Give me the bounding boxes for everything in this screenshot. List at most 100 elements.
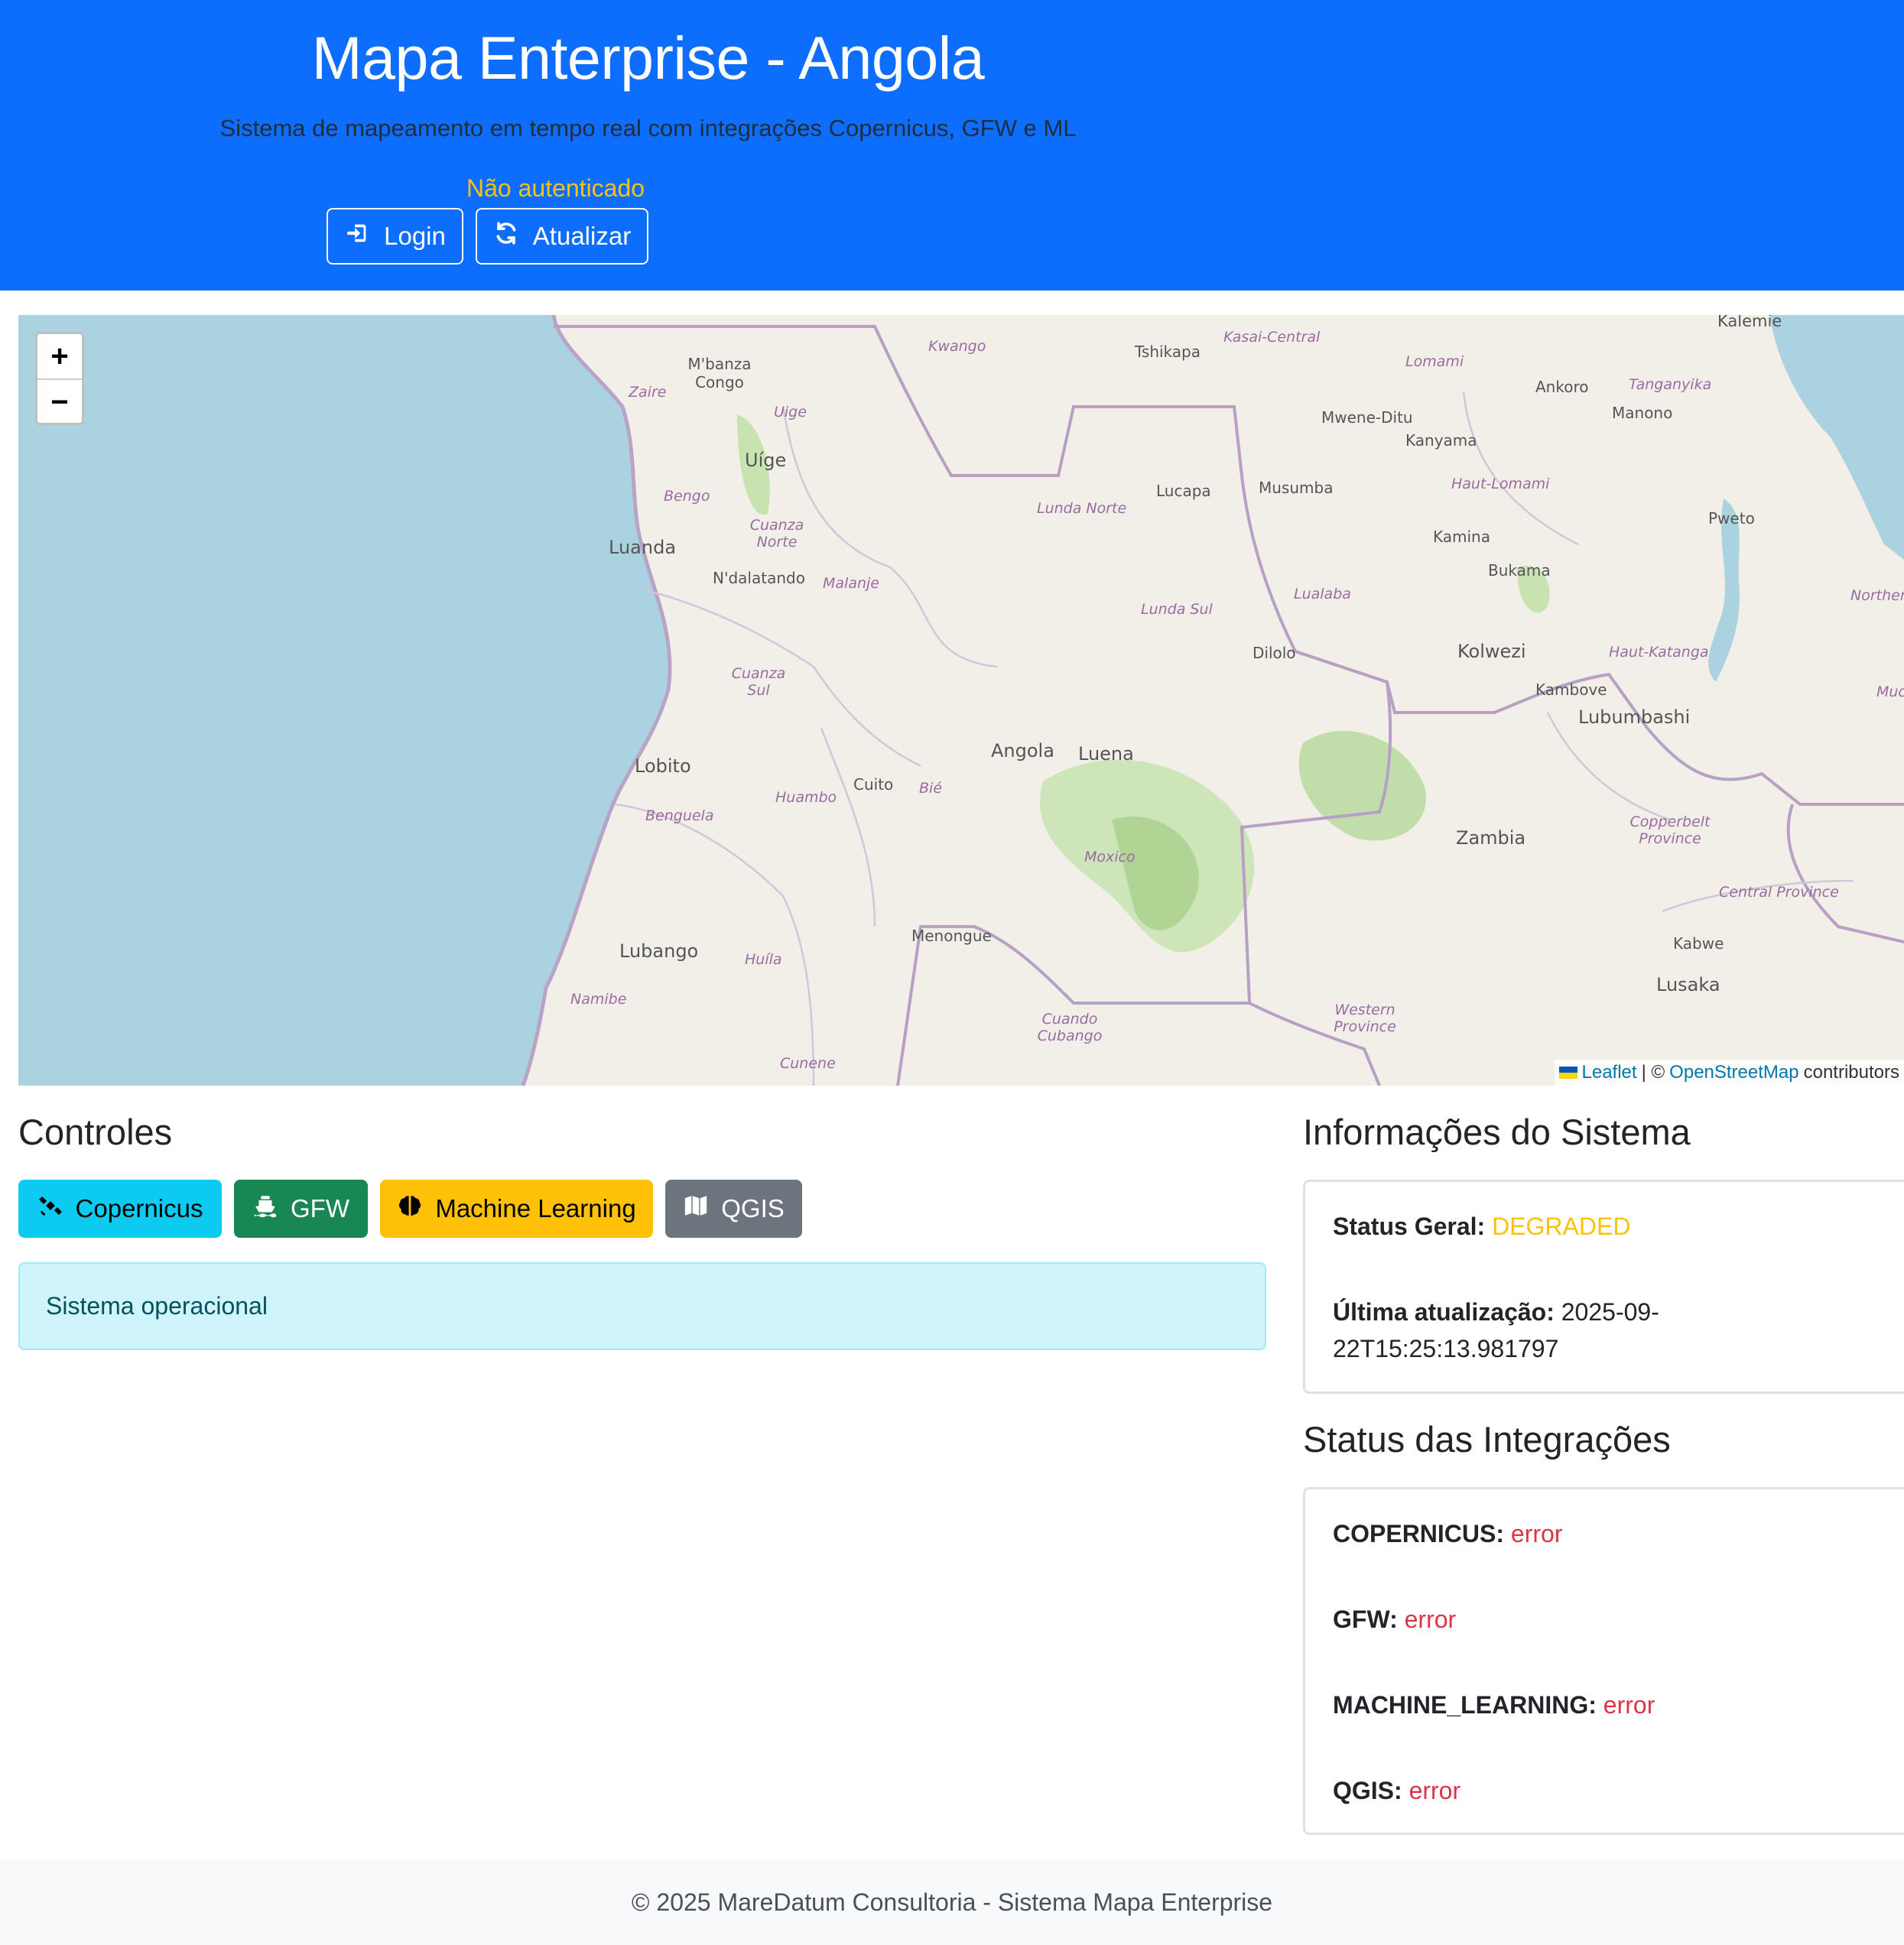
brain-icon [397, 1193, 423, 1225]
integration-status: error [1510, 1520, 1563, 1547]
qgis-button[interactable]: QGIS [665, 1180, 802, 1238]
controls-heading: Controles [18, 1112, 173, 1152]
updated-value-cont: 22T15:25:13.981797 [1333, 1335, 1559, 1362]
map-place-label: Zambia [1456, 827, 1526, 849]
header: Mapa Enterprise - Angola Sistema de mape… [0, 0, 1904, 291]
integration-status: error [1409, 1777, 1461, 1804]
map-place-label: Cunene [780, 1055, 836, 1072]
login-button[interactable]: Login [327, 208, 463, 265]
leaflet-link[interactable]: Leaflet [1582, 1062, 1637, 1083]
integrations-heading: Status das Integrações [1303, 1419, 1671, 1460]
status-line: Status Geral: DEGRADED [1333, 1208, 1630, 1245]
attribution-separator: | © [1641, 1062, 1665, 1083]
map-place-label: Manono [1612, 404, 1673, 422]
map-place-label: N'dalatando [713, 569, 805, 587]
machine-learning-button[interactable]: Machine Learning [380, 1180, 653, 1238]
map-place-label: Malanje [823, 575, 879, 592]
map-icon [683, 1193, 709, 1225]
map-attribution: Leaflet | © OpenStreetMap contributors [1554, 1060, 1904, 1086]
copernicus-button[interactable]: Copernicus [18, 1180, 222, 1238]
map-place-label: Kwango [928, 338, 986, 355]
map-place-label: Moxico [1084, 849, 1136, 865]
integration-row: MACHINE_LEARNING: error [1333, 1687, 1655, 1723]
status-label: Status Geral: [1333, 1213, 1486, 1240]
machine-learning-label: Machine Learning [435, 1194, 636, 1223]
integration-name: GFW: [1333, 1606, 1398, 1633]
osm-link[interactable]: OpenStreetMap [1669, 1062, 1798, 1083]
map-place-label: Lusaka [1656, 974, 1720, 995]
map-place-label: Western Province [1334, 1002, 1396, 1035]
map[interactable]: Kalemie Kasai-Central Tshikapa Kwango M'… [18, 315, 1904, 1086]
refresh-button[interactable]: Atualizar [476, 208, 648, 265]
alert-text: Sistema operacional [46, 1292, 268, 1320]
integration-row: GFW: error [1333, 1601, 1456, 1638]
map-place-label: Uige [774, 404, 807, 420]
map-place-label: Lomami [1405, 353, 1464, 370]
status-value: DEGRADED [1492, 1213, 1631, 1240]
map-place-label: Luanda [609, 537, 677, 558]
gfw-button[interactable]: GFW [234, 1180, 368, 1238]
map-place-label: M'banza Congo [687, 355, 752, 391]
gfw-label: GFW [291, 1194, 349, 1223]
map-place-label: Tanganyika [1629, 376, 1712, 393]
ukraine-flag-icon [1558, 1067, 1577, 1079]
map-place-label: Kanyama [1405, 431, 1477, 450]
integration-row: COPERNICUS: error [1333, 1515, 1562, 1552]
qgis-label: QGIS [721, 1194, 785, 1223]
attribution-suffix: contributors [1803, 1062, 1899, 1083]
map-place-label: Ankoro [1535, 378, 1589, 396]
map-place-label: Pweto [1708, 509, 1755, 528]
updated-line: Última atualização: 2025-09- 22T15:25:13… [1333, 1294, 1659, 1367]
map-place-label: Lunda Sul [1141, 601, 1213, 618]
map-place-label: Namibe [570, 991, 627, 1008]
copernicus-label: Copernicus [75, 1194, 203, 1223]
integration-status: error [1603, 1691, 1655, 1719]
map-place-label: Kambove [1535, 680, 1607, 699]
map-place-label: Bukama [1488, 561, 1551, 580]
zoom-out-button[interactable]: − [37, 378, 82, 423]
map-place-label: Tshikapa [1135, 343, 1201, 361]
updated-value: 2025-09- [1561, 1298, 1659, 1326]
system-info-heading: Informações do Sistema [1303, 1112, 1691, 1152]
map-tiles [18, 315, 1904, 1086]
map-place-label: Bengo [664, 488, 710, 505]
footer: © 2025 MareDatum Consultoria - Sistema M… [0, 1859, 1904, 1945]
map-place-label: Luena [1078, 743, 1134, 765]
refresh-label: Atualizar [532, 222, 632, 250]
map-place-label: Haut-Katanga [1609, 644, 1709, 661]
map-place-label: Menongue [911, 927, 992, 945]
satellite-icon [37, 1193, 63, 1225]
map-place-label: Central Province [1719, 884, 1839, 901]
map-place-label: Haut-Lomami [1451, 476, 1550, 492]
map-place-label: Musumba [1259, 479, 1334, 497]
map-place-label: Kasai-Central [1223, 329, 1321, 346]
footer-text: © 2025 MareDatum Consultoria - Sistema M… [631, 1888, 1273, 1916]
map-place-label: Uíge [745, 450, 787, 471]
map-place-label: Bié [919, 780, 943, 797]
auth-status: Não autenticado [466, 174, 645, 202]
map-place-label: Lobito [635, 755, 691, 777]
map-place-label: Lubango [619, 940, 699, 962]
map-place-label: Kamina [1433, 528, 1490, 546]
page-title: Mapa Enterprise - Angola [311, 24, 985, 92]
page-subtitle: Sistema de mapeamento em tempo real com … [219, 115, 1077, 141]
map-place-label: Lucapa [1156, 482, 1211, 500]
status-alert: Sistema operacional [18, 1262, 1266, 1350]
ship-icon [252, 1193, 278, 1225]
integration-row: QGIS: error [1333, 1772, 1460, 1809]
map-place-label: Mwene-Ditu [1321, 408, 1413, 427]
map-place-label: Kalemie [1717, 315, 1782, 330]
integration-name: COPERNICUS: [1333, 1520, 1505, 1547]
zoom-in-button[interactable]: + [37, 334, 82, 378]
map-place-label: Copperbelt Province [1629, 813, 1711, 847]
refresh-icon [493, 220, 519, 252]
map-place-label: Zaire [629, 384, 667, 401]
map-place-label: Northern Province [1850, 587, 1904, 604]
integration-name: MACHINE_LEARNING: [1333, 1691, 1597, 1719]
map-place-label: Huambo [775, 789, 837, 806]
integrations-card: COPERNICUS: error GFW: error MACHINE_LEA… [1303, 1487, 1904, 1835]
map-place-label: Lualaba [1294, 586, 1351, 602]
integration-name: QGIS: [1333, 1777, 1402, 1804]
map-place-label: Huíla [745, 951, 782, 968]
map-place-label: Cuanza Norte [749, 517, 804, 550]
